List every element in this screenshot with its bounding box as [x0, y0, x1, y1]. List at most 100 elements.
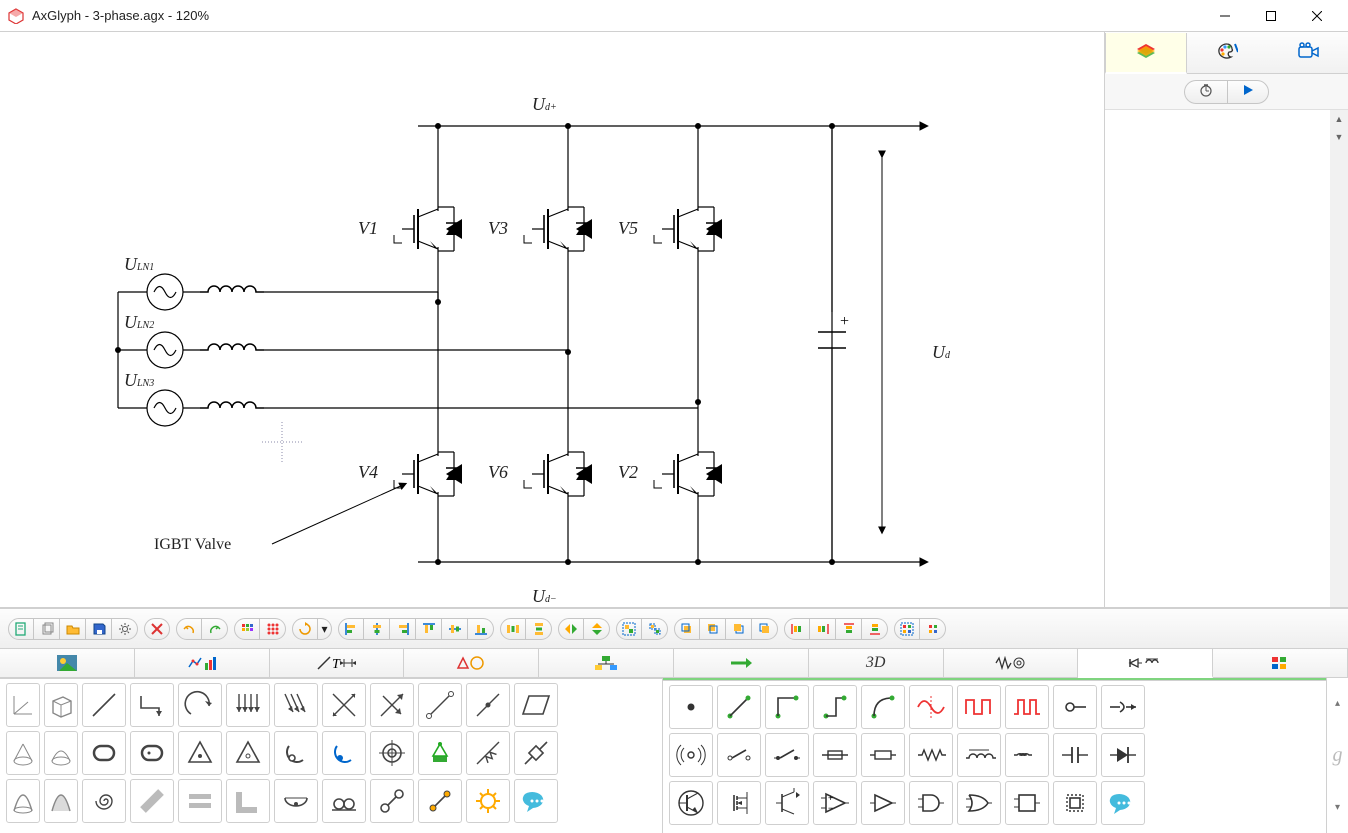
cat-elec[interactable]	[1078, 649, 1213, 678]
minimize-button[interactable]	[1202, 1, 1248, 31]
tb-back[interactable]	[752, 618, 778, 640]
palette-tab[interactable]	[1187, 32, 1267, 73]
sym-parallelogram-icon[interactable]	[514, 683, 558, 727]
sym-capacitor-icon[interactable]	[1053, 733, 1097, 777]
layers-tab[interactable]	[1105, 33, 1187, 74]
cat-3d[interactable]: 3D	[809, 649, 944, 677]
sym-antenna-icon[interactable]	[669, 733, 713, 777]
tb-backward[interactable]	[726, 618, 752, 640]
canvas[interactable]: +	[0, 32, 1104, 607]
tb-grid2[interactable]	[260, 618, 286, 640]
sym-inductor-icon[interactable]	[957, 733, 1001, 777]
sym-sine-red-icon[interactable]	[909, 685, 953, 729]
scroll-down-icon[interactable]: ▾	[1327, 781, 1348, 833]
sym-cube-icon[interactable]	[44, 683, 78, 727]
maximize-button[interactable]	[1248, 1, 1294, 31]
sym-chat-icon[interactable]	[514, 779, 558, 823]
sym-spring-icon[interactable]	[466, 731, 510, 775]
sym-parab2-icon[interactable]	[44, 779, 78, 823]
sym-triangle-node2-icon[interactable]	[226, 731, 270, 775]
scroll-up-icon[interactable]: ▲	[1330, 110, 1348, 128]
sym-bjt-icon[interactable]	[669, 781, 713, 825]
cat-shapes[interactable]	[404, 649, 539, 677]
sym-pill-icon[interactable]	[82, 731, 126, 775]
sym-ic-icon[interactable]	[1053, 781, 1097, 825]
sym-link3-icon[interactable]	[418, 779, 462, 823]
sym-port-icon[interactable]	[1053, 685, 1097, 729]
sym-triangle-node-icon[interactable]	[178, 731, 222, 775]
sym-wire2-icon[interactable]	[765, 685, 809, 729]
sym-elbow-icon[interactable]	[130, 683, 174, 727]
sym-dish-icon[interactable]	[274, 779, 318, 823]
sym-roller-icon[interactable]	[322, 779, 366, 823]
side-scrollbar[interactable]: ▲ ▼	[1330, 110, 1348, 607]
sym-pill2-icon[interactable]	[130, 731, 174, 775]
sym-axes-icon[interactable]	[6, 683, 40, 727]
tb-rotate[interactable]	[292, 618, 318, 640]
close-button[interactable]	[1294, 1, 1340, 31]
sym-sum-icon[interactable]	[1101, 685, 1145, 729]
tb-open[interactable]	[60, 618, 86, 640]
cat-chart[interactable]	[135, 649, 270, 677]
tb-undo[interactable]	[176, 618, 202, 640]
sym-wire4-icon[interactable]	[861, 685, 905, 729]
sym-buffer-icon[interactable]	[861, 781, 905, 825]
sym-spiral-icon[interactable]	[82, 779, 126, 823]
sym-cone2-icon[interactable]	[44, 731, 78, 775]
sym-opamp-fill-icon[interactable]: +−	[813, 781, 857, 825]
cat-flow[interactable]	[539, 649, 674, 677]
sym-dim-cross2-icon[interactable]	[370, 683, 414, 727]
tb-sp2[interactable]	[810, 618, 836, 640]
scroll-up-icon[interactable]: ▴	[1327, 678, 1348, 730]
sym-support-icon[interactable]	[418, 731, 462, 775]
tb-delete[interactable]	[144, 618, 170, 640]
tb-rotate2[interactable]: ▾	[318, 618, 332, 640]
sym-pulse-red-icon[interactable]	[1005, 685, 1049, 729]
sym-diode-icon[interactable]	[1101, 733, 1145, 777]
scroll-handle-icon[interactable]: g	[1327, 730, 1348, 782]
sym-node-icon[interactable]	[669, 685, 713, 729]
play-button[interactable]	[1227, 80, 1269, 104]
sym-chat2-icon[interactable]	[1101, 781, 1145, 825]
sym-square-red-icon[interactable]	[957, 685, 1001, 729]
tb-save[interactable]	[86, 618, 112, 640]
sym-thyristor-icon[interactable]	[765, 781, 809, 825]
sym-wire3-icon[interactable]	[813, 685, 857, 729]
tb-align-r[interactable]	[390, 618, 416, 640]
sym-wire1-icon[interactable]	[717, 685, 761, 729]
sym-or-icon[interactable]	[957, 781, 1001, 825]
tb-ungroup[interactable]	[642, 618, 668, 640]
sym-resistor2-icon[interactable]	[909, 733, 953, 777]
cat-misc[interactable]	[1213, 649, 1348, 677]
sym-mosfet-icon[interactable]	[717, 781, 761, 825]
sym-link2-icon[interactable]	[370, 779, 414, 823]
sym-block-icon[interactable]	[1005, 781, 1049, 825]
sym-multiarrow-diag-icon[interactable]	[274, 683, 318, 727]
sym-line-icon[interactable]	[82, 683, 126, 727]
sym-cone-icon[interactable]	[6, 731, 40, 775]
tb-dist-v[interactable]	[526, 618, 552, 640]
sym-multiarrow-down-icon[interactable]	[226, 683, 270, 727]
tb-front[interactable]	[674, 618, 700, 640]
scroll-down-icon[interactable]: ▼	[1330, 128, 1348, 146]
palette-scrollbar[interactable]: ▴ g ▾	[1326, 678, 1348, 833]
tb-align-c[interactable]	[364, 618, 390, 640]
tb-align-l[interactable]	[338, 618, 364, 640]
tb-copy[interactable]	[34, 618, 60, 640]
tb-redo[interactable]	[202, 618, 228, 640]
tb-align-b[interactable]	[468, 618, 494, 640]
tb-new[interactable]	[8, 618, 34, 640]
tb-settings[interactable]	[112, 618, 138, 640]
sym-gear-icon[interactable]	[466, 779, 510, 823]
tb-grid[interactable]	[234, 618, 260, 640]
sym-line2-icon[interactable]	[418, 683, 462, 727]
sym-target-icon[interactable]	[370, 731, 414, 775]
sym-switch-icon[interactable]	[717, 733, 761, 777]
sym-cam-icon[interactable]	[274, 731, 318, 775]
camera-tab[interactable]	[1268, 32, 1348, 73]
sym-fuse-icon[interactable]	[813, 733, 857, 777]
cat-mech[interactable]	[944, 649, 1079, 677]
tb-sp1[interactable]	[784, 618, 810, 640]
sym-inductor2-icon[interactable]	[1005, 733, 1049, 777]
tb-sp3[interactable]	[836, 618, 862, 640]
